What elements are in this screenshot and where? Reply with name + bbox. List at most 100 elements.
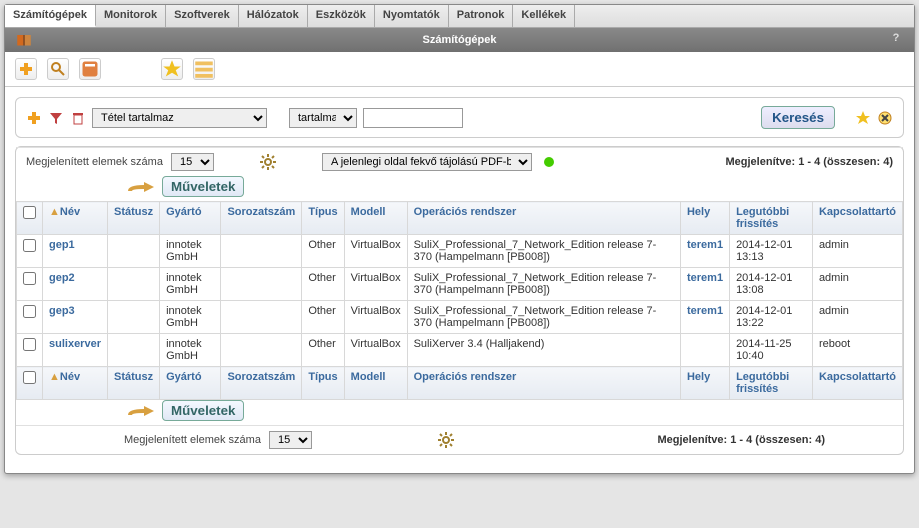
row-name-link[interactable]: gep3 xyxy=(49,305,75,317)
col-location[interactable]: Hely xyxy=(680,202,729,235)
row-checkbox[interactable] xyxy=(23,338,36,351)
global-criteria-icon[interactable] xyxy=(48,110,64,126)
arrow-icon xyxy=(126,405,156,417)
search-icon[interactable] xyxy=(47,58,69,80)
table-row: gep2innotek GmbHOtherVirtualBoxSuliX_Pro… xyxy=(17,268,903,301)
col-status[interactable]: Státusz xyxy=(107,202,159,235)
row-model: VirtualBox xyxy=(344,235,407,268)
row-contact: reboot xyxy=(812,334,902,367)
row-manufacturer: innotek GmbH xyxy=(160,334,221,367)
col-serial-f[interactable]: Sorozatszám xyxy=(221,367,302,400)
col-type[interactable]: Típus xyxy=(302,202,344,235)
col-os[interactable]: Operációs rendszer xyxy=(407,202,680,235)
row-serial xyxy=(221,268,302,301)
delete-criteria-icon[interactable] xyxy=(70,110,86,126)
add-icon[interactable] xyxy=(15,58,37,80)
bookmark-icon[interactable] xyxy=(161,58,183,80)
row-name-link[interactable]: sulixerver xyxy=(49,338,101,350)
row-contact: admin xyxy=(812,235,902,268)
table-row: sulixerverinnotek GmbHOtherVirtualBoxSul… xyxy=(17,334,903,367)
pager-text-bottom: Megjelenítve: 1 - 4 (összesen: 4) xyxy=(658,434,826,446)
col-os-f[interactable]: Operációs rendszer xyxy=(407,367,680,400)
row-type: Other xyxy=(302,334,344,367)
row-type: Other xyxy=(302,301,344,334)
tab-monitors[interactable]: Monitorok xyxy=(96,5,166,27)
search-operator-select[interactable]: tartalmaz xyxy=(289,108,357,128)
row-updated: 2014-12-01 13:22 xyxy=(730,301,813,334)
reset-icon[interactable] xyxy=(877,110,893,126)
col-status-f[interactable]: Státusz xyxy=(107,367,159,400)
add-criteria-icon[interactable] xyxy=(26,110,42,126)
tab-software[interactable]: Szoftverek xyxy=(166,5,239,27)
row-name-link[interactable]: gep2 xyxy=(49,272,75,284)
count-select[interactable]: 15 xyxy=(171,153,214,171)
template-icon[interactable] xyxy=(79,58,101,80)
sort-asc-icon: ▲ xyxy=(49,206,60,218)
row-model: VirtualBox xyxy=(344,268,407,301)
row-checkbox[interactable] xyxy=(23,305,36,318)
col-manufacturer[interactable]: Gyártó xyxy=(160,202,221,235)
col-model-f[interactable]: Modell xyxy=(344,367,407,400)
row-status xyxy=(107,268,159,301)
col-manufacturer-f[interactable]: Gyártó xyxy=(160,367,221,400)
row-name-link[interactable]: gep1 xyxy=(49,239,75,251)
tab-computers[interactable]: Számítógépek xyxy=(5,5,96,27)
tab-consumables[interactable]: Kellékek xyxy=(513,5,575,27)
tab-printers[interactable]: Nyomtatók xyxy=(375,5,449,27)
row-updated: 2014-12-01 13:08 xyxy=(730,268,813,301)
display-bar-top: Megjelenített elemek száma 15 A jelenleg… xyxy=(16,147,903,176)
col-name-f[interactable]: ▲Név xyxy=(43,367,108,400)
row-manufacturer: innotek GmbH xyxy=(160,268,221,301)
row-contact: admin xyxy=(812,301,902,334)
search-field-select[interactable]: Tétel tartalmaz xyxy=(92,108,267,128)
list-icon[interactable] xyxy=(193,58,215,80)
select-all-checkbox[interactable] xyxy=(23,206,36,219)
col-name[interactable]: ▲Név xyxy=(43,202,108,235)
row-location-link[interactable]: terem1 xyxy=(687,305,723,317)
export-go-icon[interactable] xyxy=(544,157,554,167)
tab-devices[interactable]: Eszközök xyxy=(308,5,375,27)
col-model[interactable]: Modell xyxy=(344,202,407,235)
row-os: SuliX_Professional_7_Network_Edition rel… xyxy=(407,301,680,334)
row-checkbox[interactable] xyxy=(23,272,36,285)
nav-tabs: Számítógépek Monitorok Szoftverek Hálóza… xyxy=(5,5,914,28)
pdf-export-select[interactable]: A jelenlegi oldal fekvő tájolású PDF-ben xyxy=(322,153,532,171)
row-location-link[interactable]: terem1 xyxy=(687,239,723,251)
gear-icon-bottom[interactable] xyxy=(438,432,454,448)
tab-cartridges[interactable]: Patronok xyxy=(449,5,514,27)
tab-networks[interactable]: Hálózatok xyxy=(239,5,308,27)
col-contact-f[interactable]: Kapcsolattartó xyxy=(812,367,902,400)
row-updated: 2014-12-01 13:13 xyxy=(730,235,813,268)
col-serial[interactable]: Sorozatszám xyxy=(221,202,302,235)
col-updated-f[interactable]: Legutóbbi frissítés xyxy=(730,367,813,400)
row-os: SuliXerver 3.4 (Halljakend) xyxy=(407,334,680,367)
gear-icon[interactable] xyxy=(260,154,276,170)
page-title: Számítógépek xyxy=(423,34,497,46)
ops-button-bottom[interactable]: Műveletek xyxy=(162,400,244,421)
row-serial xyxy=(221,235,302,268)
row-status xyxy=(107,301,159,334)
col-type-f[interactable]: Típus xyxy=(302,367,344,400)
data-table: ▲Név Státusz Gyártó Sorozatszám Típus Mo… xyxy=(16,201,903,400)
search-button[interactable]: Keresés xyxy=(761,106,835,129)
row-manufacturer: innotek GmbH xyxy=(160,301,221,334)
count-select-bottom[interactable]: 15 xyxy=(269,431,312,449)
row-type: Other xyxy=(302,235,344,268)
row-status xyxy=(107,235,159,268)
col-contact[interactable]: Kapcsolattartó xyxy=(812,202,902,235)
help-icon[interactable]: ? xyxy=(888,32,904,48)
star-icon[interactable] xyxy=(855,110,871,126)
col-location-f[interactable]: Hely xyxy=(680,367,729,400)
sort-asc-icon: ▲ xyxy=(49,371,60,383)
select-all-checkbox-bottom[interactable] xyxy=(23,371,36,384)
row-checkbox[interactable] xyxy=(23,239,36,252)
ops-button-top[interactable]: Műveletek xyxy=(162,176,244,197)
book-icon[interactable] xyxy=(15,32,33,50)
row-serial xyxy=(221,301,302,334)
row-os: SuliX_Professional_7_Network_Edition rel… xyxy=(407,268,680,301)
search-value-input[interactable] xyxy=(363,108,463,128)
row-location-link[interactable]: terem1 xyxy=(687,272,723,284)
row-manufacturer: innotek GmbH xyxy=(160,235,221,268)
table-footer-row: ▲Név Státusz Gyártó Sorozatszám Típus Mo… xyxy=(17,367,903,400)
col-updated[interactable]: Legutóbbi frissítés xyxy=(730,202,813,235)
